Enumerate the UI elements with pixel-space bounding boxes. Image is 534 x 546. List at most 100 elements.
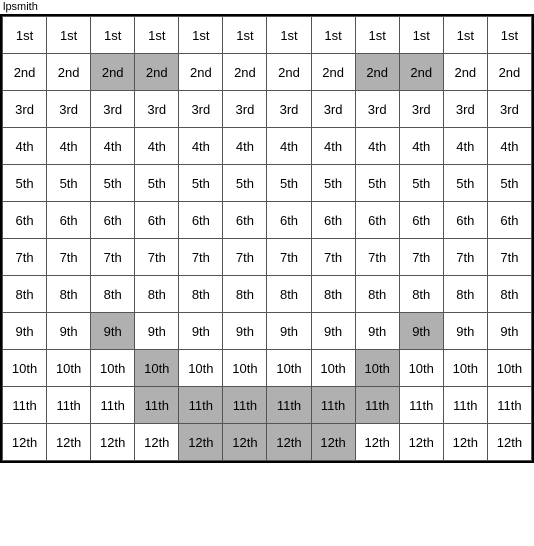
table-row: 5th5th5th5th5th5th5th5th5th5th5th5th — [3, 165, 532, 202]
table-row: 12th12th12th12th12th12th12th12th12th12th… — [3, 424, 532, 461]
table-row: 7th7th7th7th7th7th7th7th7th7th7th7th — [3, 239, 532, 276]
table-row: 11th11th11th11th11th11th11th11th11th11th… — [3, 387, 532, 424]
table-cell: 4th — [399, 128, 443, 165]
table-cell: 9th — [311, 313, 355, 350]
table-cell: 1st — [91, 17, 135, 54]
table-cell: 9th — [443, 313, 487, 350]
table-cell: 8th — [135, 276, 179, 313]
table-cell: 6th — [135, 202, 179, 239]
table-cell: 10th — [135, 350, 179, 387]
table-cell: 12th — [355, 424, 399, 461]
table-cell: 2nd — [355, 54, 399, 91]
grid-container: 1st1st1st1st1st1st1st1st1st1st1st1st2nd2… — [0, 14, 534, 463]
table-cell: 3rd — [443, 91, 487, 128]
table-cell: 12th — [47, 424, 91, 461]
table-cell: 2nd — [179, 54, 223, 91]
table-cell: 10th — [399, 350, 443, 387]
table-cell: 7th — [179, 239, 223, 276]
table-cell: 7th — [3, 239, 47, 276]
table-cell: 7th — [47, 239, 91, 276]
table-cell: 12th — [223, 424, 267, 461]
table-cell: 7th — [267, 239, 311, 276]
table-cell: 2nd — [487, 54, 531, 91]
table-cell: 2nd — [267, 54, 311, 91]
table-cell: 12th — [135, 424, 179, 461]
table-cell: 1st — [135, 17, 179, 54]
table-cell: 4th — [135, 128, 179, 165]
table-cell: 11th — [355, 387, 399, 424]
table-cell: 12th — [487, 424, 531, 461]
table-cell: 11th — [223, 387, 267, 424]
table-cell: 11th — [135, 387, 179, 424]
table-cell: 5th — [47, 165, 91, 202]
table-cell: 1st — [223, 17, 267, 54]
table-cell: 2nd — [47, 54, 91, 91]
table-cell: 7th — [487, 239, 531, 276]
table-cell: 3rd — [223, 91, 267, 128]
app-title: lpsmith — [3, 1, 38, 13]
table-cell: 12th — [443, 424, 487, 461]
table-cell: 1st — [355, 17, 399, 54]
table-cell: 8th — [487, 276, 531, 313]
table-cell: 7th — [135, 239, 179, 276]
table-cell: 7th — [311, 239, 355, 276]
table-cell: 11th — [267, 387, 311, 424]
table-cell: 5th — [311, 165, 355, 202]
table-cell: 12th — [399, 424, 443, 461]
table-cell: 3rd — [399, 91, 443, 128]
table-cell: 8th — [443, 276, 487, 313]
table-cell: 1st — [3, 17, 47, 54]
table-cell: 8th — [311, 276, 355, 313]
table-cell: 3rd — [91, 91, 135, 128]
table-cell: 6th — [399, 202, 443, 239]
table-cell: 6th — [487, 202, 531, 239]
table-cell: 3rd — [311, 91, 355, 128]
table-cell: 4th — [267, 128, 311, 165]
table-cell: 6th — [355, 202, 399, 239]
table-cell: 11th — [3, 387, 47, 424]
table-cell: 5th — [223, 165, 267, 202]
table-cell: 6th — [47, 202, 91, 239]
table-cell: 3rd — [355, 91, 399, 128]
table-cell: 11th — [179, 387, 223, 424]
table-cell: 10th — [311, 350, 355, 387]
table-cell: 3rd — [135, 91, 179, 128]
table-cell: 12th — [267, 424, 311, 461]
table-cell: 4th — [179, 128, 223, 165]
table-cell: 5th — [487, 165, 531, 202]
table-cell: 5th — [3, 165, 47, 202]
table-cell: 9th — [223, 313, 267, 350]
table-cell: 5th — [355, 165, 399, 202]
table-cell: 8th — [47, 276, 91, 313]
table-cell: 4th — [355, 128, 399, 165]
table-cell: 1st — [47, 17, 91, 54]
table-cell: 4th — [311, 128, 355, 165]
table-cell: 9th — [135, 313, 179, 350]
table-cell: 2nd — [311, 54, 355, 91]
table-cell: 6th — [443, 202, 487, 239]
title-bar: lpsmith — [0, 0, 534, 14]
table-cell: 5th — [443, 165, 487, 202]
table-cell: 7th — [355, 239, 399, 276]
table-cell: 5th — [267, 165, 311, 202]
table-cell: 10th — [47, 350, 91, 387]
table-cell: 10th — [179, 350, 223, 387]
table-cell: 2nd — [135, 54, 179, 91]
table-cell: 10th — [3, 350, 47, 387]
table-cell: 12th — [3, 424, 47, 461]
table-cell: 2nd — [91, 54, 135, 91]
table-cell: 9th — [487, 313, 531, 350]
table-cell: 10th — [355, 350, 399, 387]
table-cell: 10th — [223, 350, 267, 387]
table-cell: 9th — [179, 313, 223, 350]
table-cell: 6th — [267, 202, 311, 239]
table-row: 4th4th4th4th4th4th4th4th4th4th4th4th — [3, 128, 532, 165]
table-cell: 2nd — [399, 54, 443, 91]
table-cell: 11th — [399, 387, 443, 424]
table-cell: 8th — [3, 276, 47, 313]
table-cell: 3rd — [179, 91, 223, 128]
table-cell: 10th — [91, 350, 135, 387]
table-cell: 11th — [47, 387, 91, 424]
table-cell: 1st — [267, 17, 311, 54]
table-cell: 3rd — [267, 91, 311, 128]
